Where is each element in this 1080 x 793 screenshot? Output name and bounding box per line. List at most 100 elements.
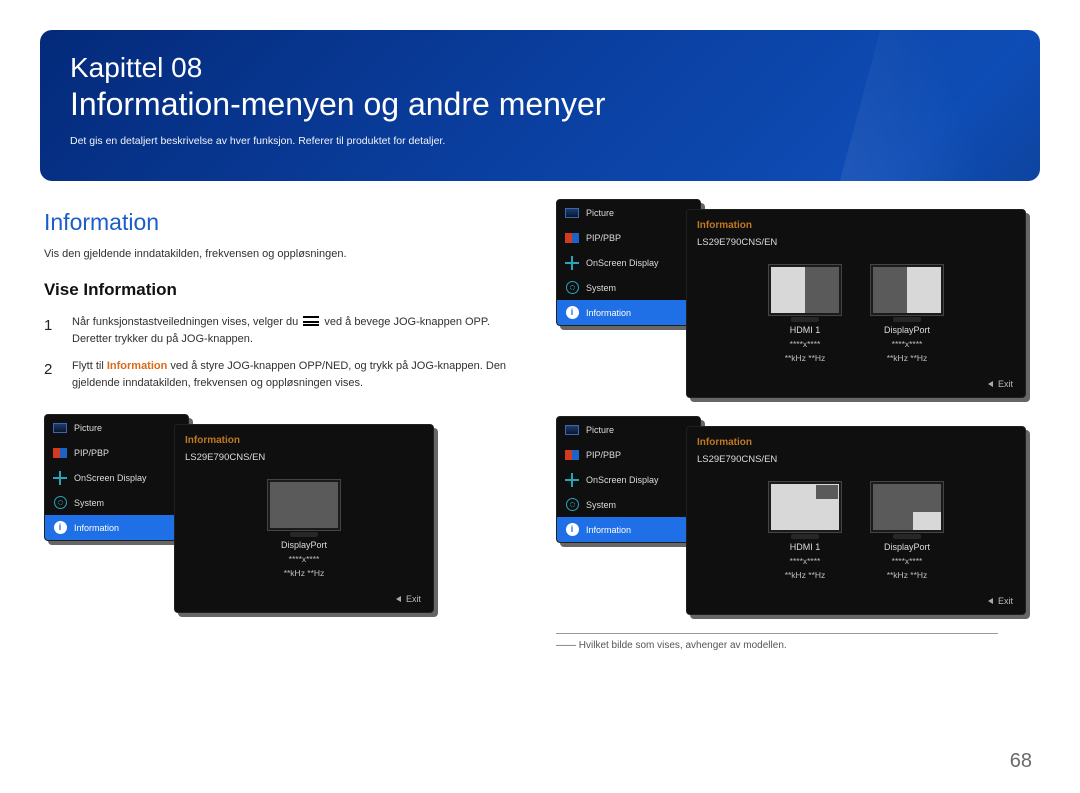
info-icon: i: [566, 306, 579, 319]
menu-icon: [303, 316, 319, 326]
menu-item-onscreen-display: OnScreen Display: [557, 250, 700, 275]
menu-item-pip: PIP/PBP: [557, 442, 700, 467]
menu-item-picture: Picture: [45, 415, 188, 440]
step-1: 1 Når funksjonstastveiledningen vises, v…: [44, 314, 524, 348]
menu-item-picture: Picture: [557, 417, 700, 442]
menu-item-label: Picture: [74, 423, 102, 433]
chapter-subtitle: Det gis en detaljert beskrivelse av hver…: [70, 135, 1010, 147]
menu-item-information: i Information: [557, 300, 700, 325]
source-displayport: DisplayPort ****x**** **kHz **Hz: [870, 264, 944, 363]
menu-item-label: Information: [586, 525, 631, 535]
pip-icon: [565, 450, 579, 460]
page-number: 68: [1010, 750, 1032, 773]
source-frequency: **kHz **Hz: [785, 570, 826, 580]
subsection-heading: Vise Information: [44, 280, 524, 300]
menu-item-label: Information: [586, 308, 631, 318]
panel-title: Information: [697, 437, 1015, 448]
info-icon: i: [566, 523, 579, 536]
osd-menu: Picture PIP/PBP OnScreen Display System …: [556, 416, 701, 543]
menu-item-label: System: [74, 498, 104, 508]
left-column: Information Vis den gjeldende inndatakil…: [44, 199, 524, 651]
step-number: 2: [44, 358, 60, 392]
menu-item-onscreen-display: OnScreen Display: [557, 467, 700, 492]
monitor-icon: [870, 481, 944, 533]
menu-item-picture: Picture: [557, 200, 700, 225]
osd-info-panel: Information LS29E790CNS/EN HDMI 1 ****x*…: [686, 426, 1026, 615]
source-frequency: **kHz **Hz: [284, 568, 325, 578]
panel-model: LS29E790CNS/EN: [185, 452, 423, 463]
exit-label: Exit: [998, 596, 1013, 606]
panel-model: LS29E790CNS/EN: [697, 454, 1015, 465]
osd-info-panel: Information LS29E790CNS/EN HDMI 1 ****x*…: [686, 209, 1026, 398]
step-2-keyword: Information: [107, 360, 168, 372]
menu-item-label: PIP/PBP: [586, 450, 621, 460]
menu-item-label: System: [586, 500, 616, 510]
monitor-icon: [768, 481, 842, 533]
source-label: HDMI 1: [790, 542, 821, 552]
monitor-icon: [267, 479, 341, 531]
chapter-banner: Kapittel 08 Information-menyen og andre …: [40, 30, 1040, 181]
panel-model: LS29E790CNS/EN: [697, 237, 1015, 248]
step-1-text: Når funksjonstastveiledningen vises, vel…: [72, 314, 524, 348]
step-2-text: Flytt til Information ved å styre JOG-kn…: [72, 358, 524, 392]
right-column: Picture PIP/PBP OnScreen Display System …: [556, 199, 1036, 651]
picture-icon: [565, 425, 579, 435]
pip-icon: [565, 233, 579, 243]
osd-menu: Picture PIP/PBP OnScreen Display System …: [44, 414, 189, 541]
menu-item-label: Information: [74, 523, 119, 533]
monitor-icon: [870, 264, 944, 316]
source-frequency: **kHz **Hz: [887, 353, 928, 363]
source-displayport: DisplayPort ****x**** **kHz **Hz: [267, 479, 341, 578]
panel-title: Information: [185, 435, 423, 446]
source-resolution: ****x****: [892, 339, 923, 349]
picture-icon: [53, 423, 67, 433]
menu-item-label: OnScreen Display: [586, 475, 659, 485]
left-arrow-icon: [988, 381, 993, 387]
menu-item-label: PIP/PBP: [74, 448, 109, 458]
menu-item-pip: PIP/PBP: [557, 225, 700, 250]
info-icon: i: [54, 521, 67, 534]
footnote: ―― Hvilket bilde som vises, avhenger av …: [556, 640, 1036, 651]
left-arrow-icon: [988, 598, 993, 604]
section-description: Vis den gjeldende inndatakilden, frekven…: [44, 248, 524, 260]
source-row: HDMI 1 ****x**** **kHz **Hz DisplayPort …: [697, 260, 1015, 373]
source-label: DisplayPort: [884, 325, 930, 335]
osd-icon: [53, 471, 67, 485]
source-frequency: **kHz **Hz: [785, 353, 826, 363]
source-row: DisplayPort ****x**** **kHz **Hz: [185, 475, 423, 588]
picture-icon: [565, 208, 579, 218]
step-2: 2 Flytt til Information ved å styre JOG-…: [44, 358, 524, 392]
osd-icon: [565, 473, 579, 487]
menu-item-pip: PIP/PBP: [45, 440, 188, 465]
monitor-icon: [768, 264, 842, 316]
exit-label: Exit: [406, 594, 421, 604]
osd-screenshot-pip: Picture PIP/PBP OnScreen Display System …: [556, 416, 1036, 611]
system-icon: [54, 496, 67, 509]
pip-icon: [53, 448, 67, 458]
menu-item-information: i Information: [557, 517, 700, 542]
osd-footer: Exit: [697, 373, 1015, 397]
osd-screenshot-single: Picture PIP/PBP OnScreen Display System …: [44, 414, 524, 594]
source-resolution: ****x****: [790, 556, 821, 566]
osd-footer: Exit: [697, 590, 1015, 614]
menu-item-system: System: [557, 275, 700, 300]
osd-info-panel: Information LS29E790CNS/EN DisplayPort *…: [174, 424, 434, 613]
source-resolution: ****x****: [790, 339, 821, 349]
section-heading: Information: [44, 209, 524, 236]
system-icon: [566, 498, 579, 511]
step-list: 1 Når funksjonstastveiledningen vises, v…: [44, 314, 524, 392]
osd-icon: [565, 256, 579, 270]
menu-item-label: Picture: [586, 208, 614, 218]
menu-item-information: i Information: [45, 515, 188, 540]
osd-menu: Picture PIP/PBP OnScreen Display System …: [556, 199, 701, 326]
source-resolution: ****x****: [289, 554, 320, 564]
menu-item-system: System: [45, 490, 188, 515]
menu-item-system: System: [557, 492, 700, 517]
menu-item-label: OnScreen Display: [74, 473, 147, 483]
menu-item-label: Picture: [586, 425, 614, 435]
chapter-title: Information-menyen og andre menyer: [70, 86, 1010, 123]
source-frequency: **kHz **Hz: [887, 570, 928, 580]
osd-screenshot-pbp: Picture PIP/PBP OnScreen Display System …: [556, 199, 1036, 394]
source-label: HDMI 1: [790, 325, 821, 335]
source-label: DisplayPort: [884, 542, 930, 552]
